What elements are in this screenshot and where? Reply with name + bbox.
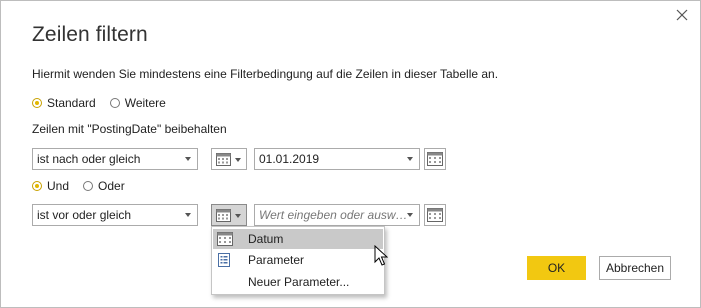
calendar-icon [217, 232, 233, 246]
condition2-operator-value: ist vor oder gleich [37, 208, 132, 222]
condition2-type-button[interactable] [211, 204, 247, 226]
radio-standard[interactable]: Standard [32, 96, 96, 110]
calendar-icon [427, 152, 443, 166]
chevron-down-icon [235, 214, 241, 218]
radio-weitere-indicator[interactable] [109, 98, 120, 108]
chevron-down-icon [407, 213, 413, 217]
chevron-down-icon [235, 158, 241, 162]
radio-und[interactable]: Und [32, 179, 69, 193]
parameter-icon [218, 253, 230, 267]
radio-weitere[interactable]: Weitere [109, 96, 166, 110]
radio-oder[interactable]: Oder [83, 179, 125, 193]
condition1-calendar-button[interactable] [424, 148, 446, 170]
menu-item-parameter[interactable]: Parameter [213, 250, 383, 270]
menu-item-datum-label: Datum [248, 232, 284, 246]
menu-item-new-parameter-label: Neuer Parameter... [248, 275, 350, 289]
condition2-value-select[interactable]: Wert eingeben oder ausw… [254, 204, 420, 226]
menu-item-new-parameter[interactable]: Neuer Parameter... [213, 272, 383, 292]
radio-oder-label[interactable]: Oder [98, 179, 125, 193]
radio-standard-label[interactable]: Standard [47, 96, 96, 110]
condition2-operator-select[interactable]: ist vor oder gleich [32, 204, 198, 226]
dialog-title: Zeilen filtern [32, 23, 148, 46]
condition1-operator-value: ist nach oder gleich [37, 152, 141, 166]
logic-radio-group: Und Oder [32, 179, 125, 193]
condition1-operator-select[interactable]: ist nach oder gleich [32, 148, 198, 170]
radio-standard-indicator[interactable] [32, 98, 42, 108]
radio-weitere-label[interactable]: Weitere [125, 96, 166, 110]
radio-und-label[interactable]: Und [47, 179, 69, 193]
mode-radio-group: Standard Weitere [32, 96, 166, 110]
condition2-value-placeholder: Wert eingeben oder ausw… [259, 208, 408, 222]
condition1-type-button[interactable] [211, 148, 247, 170]
chevron-down-icon [407, 157, 413, 161]
menu-item-parameter-label: Parameter [248, 253, 305, 267]
mouse-cursor-icon [374, 245, 388, 266]
calendar-icon [216, 209, 231, 222]
filter-rows-dialog: Zeilen filtern Hiermit wenden Sie mindes… [0, 0, 701, 308]
radio-und-indicator[interactable] [32, 181, 42, 191]
cancel-button[interactable]: Abbrechen [599, 256, 671, 280]
chevron-down-icon [185, 157, 191, 161]
menu-item-datum[interactable]: Datum [213, 229, 383, 249]
chevron-down-icon [185, 213, 191, 217]
ok-button[interactable]: OK [527, 256, 586, 280]
calendar-icon [216, 153, 231, 166]
close-icon[interactable] [674, 7, 690, 23]
condition1-value: 01.01.2019 [259, 152, 320, 166]
dialog-description: Hiermit wenden Sie mindestens eine Filte… [32, 67, 499, 81]
type-dropdown-menu: Datum Parameter Neuer Parameter... [211, 226, 385, 295]
radio-oder-indicator[interactable] [83, 181, 94, 191]
keep-rows-label: Zeilen mit "PostingDate" beibehalten [32, 122, 227, 136]
condition1-value-select[interactable]: 01.01.2019 [254, 148, 420, 170]
condition2-calendar-button[interactable] [424, 204, 446, 226]
calendar-icon [427, 208, 443, 222]
